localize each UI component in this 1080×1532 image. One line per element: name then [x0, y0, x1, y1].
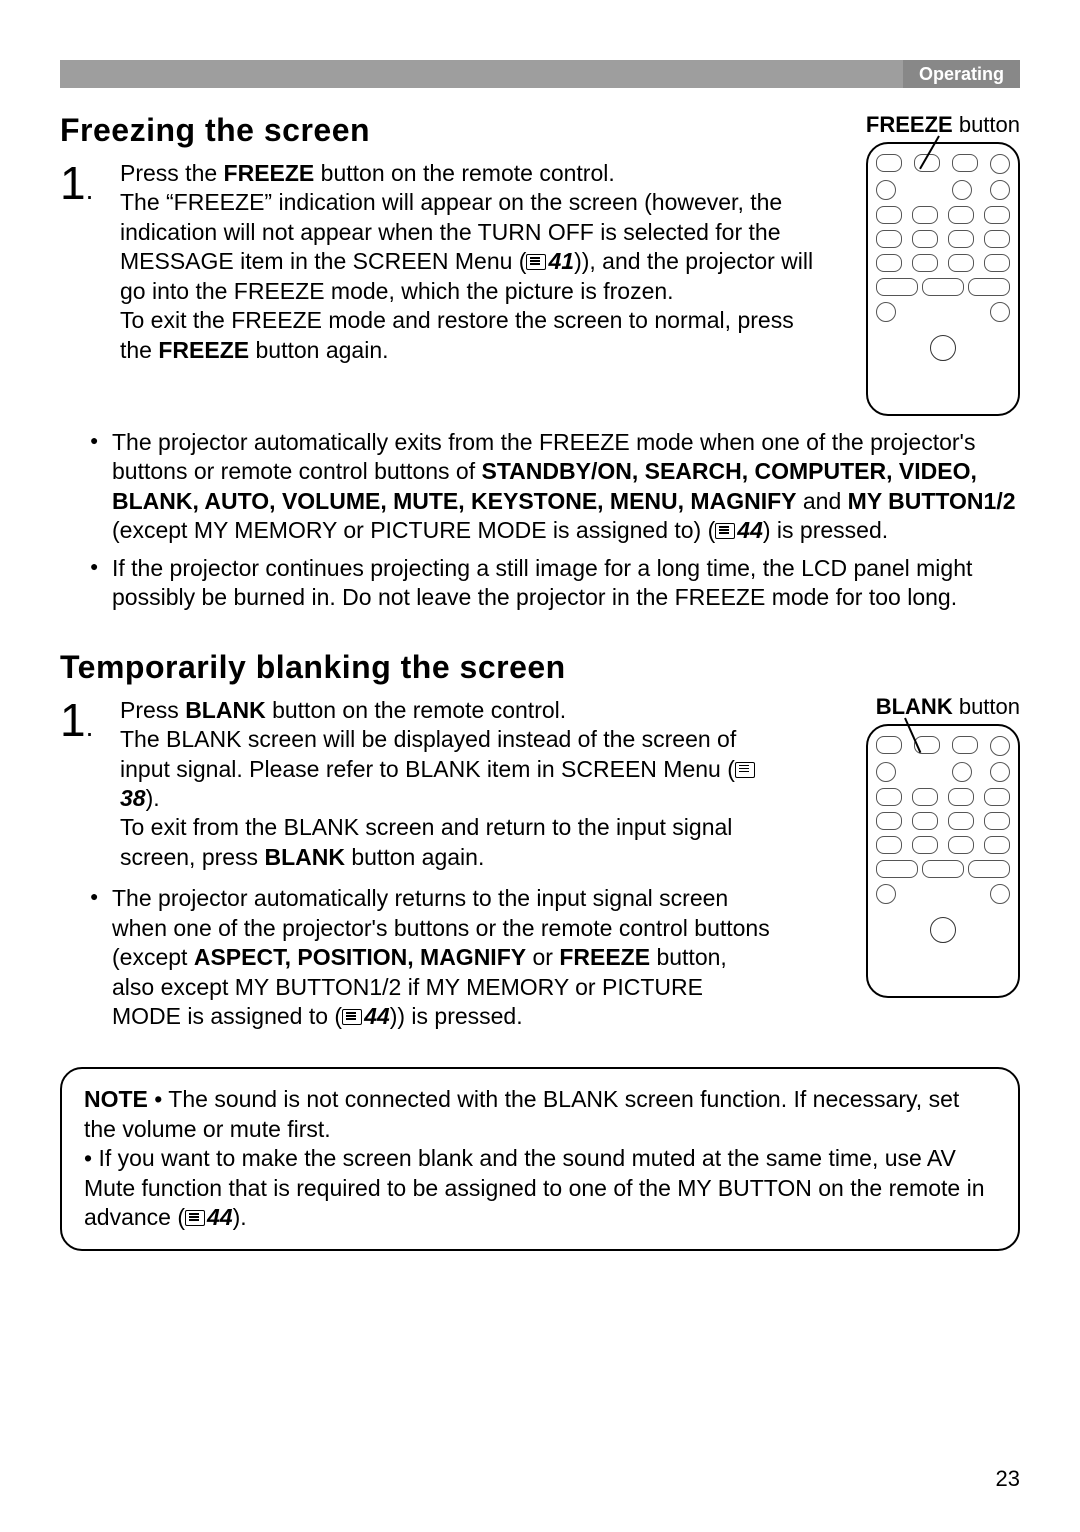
- note-label: NOTE: [84, 1086, 148, 1112]
- remote-illustration: [866, 142, 1020, 416]
- step-number: 1.: [60, 696, 120, 741]
- remote-illustration: [866, 724, 1020, 998]
- header-bar: Operating: [60, 60, 1020, 88]
- freeze-bullets: The projector automatically exits from t…: [90, 428, 1020, 613]
- manual-ref-icon: [342, 1009, 362, 1025]
- manual-ref-icon: [185, 1210, 205, 1226]
- freeze-button-label: FREEZE button: [840, 112, 1020, 138]
- blank-bullets: The projector automatically returns to t…: [90, 884, 770, 1031]
- blank-heading: Temporarily blanking the screen: [60, 649, 1020, 686]
- list-item: If the projector continues projecting a …: [90, 554, 1020, 613]
- note-box: NOTE • The sound is not connected with t…: [60, 1067, 1020, 1250]
- manual-ref-icon: [735, 762, 755, 778]
- manual-ref-icon: [715, 523, 735, 539]
- page-number: 23: [996, 1466, 1020, 1492]
- list-item: The projector automatically exits from t…: [90, 428, 1020, 546]
- manual-ref-icon: [526, 254, 546, 270]
- section-label: Operating: [903, 60, 1020, 88]
- step-number: 1.: [60, 159, 120, 204]
- blank-step-1: 1. Press BLANK button on the remote cont…: [60, 696, 820, 873]
- blank-remote-block: BLANK button: [840, 694, 1020, 998]
- freeze-remote-block: FREEZE button: [840, 112, 1020, 416]
- blank-button-label: BLANK button: [840, 694, 1020, 720]
- freeze-step-1: 1. Press the FREEZE button on the remote…: [60, 159, 820, 365]
- list-item: The projector automatically returns to t…: [90, 884, 770, 1031]
